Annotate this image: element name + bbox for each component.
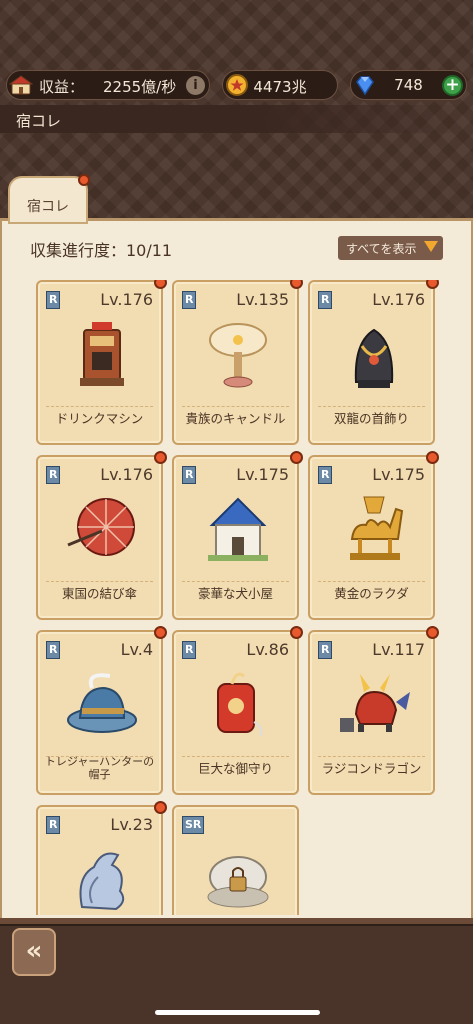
item-name: 巨大な御守り <box>197 761 273 776</box>
collection-card[interactable]: R Lv.175 黄金のラクダ <box>308 451 439 620</box>
income-label: 収益： <box>39 78 85 96</box>
item-level: Lv.117 <box>372 640 425 659</box>
item-grid: R Lv.176 ドリンクマシン R Lv.135 貴族のキャンドル R Lv.176 双龍の首… <box>36 280 440 915</box>
necklace-icon <box>354 328 394 388</box>
camel-icon <box>350 496 404 560</box>
chevron-down-icon <box>424 241 438 252</box>
rarity-badge: R <box>318 466 333 484</box>
rarity-badge: R <box>46 466 61 484</box>
inn-icon <box>9 75 33 95</box>
item-level: Lv.176 <box>100 465 153 484</box>
card-divider <box>182 756 289 757</box>
card-divider <box>46 581 153 582</box>
card-divider <box>318 581 425 582</box>
tab-collection[interactable]: 宿コレ <box>8 174 90 224</box>
gem-display: 748 + <box>350 70 467 100</box>
item-name: 黄金のラクダ <box>334 586 409 601</box>
collection-card[interactable]: R Lv.176 東国の結び傘 <box>36 451 167 620</box>
card-divider <box>318 756 425 757</box>
back-button[interactable]: « <box>12 928 56 976</box>
collection-card[interactable]: R Lv.176 ドリンクマシン <box>36 280 167 445</box>
plus-icon[interactable]: + <box>442 75 463 96</box>
notification-badge <box>426 626 439 639</box>
bottom-divider <box>0 918 473 926</box>
notification-badge <box>78 174 90 186</box>
rarity-badge: R <box>318 641 333 659</box>
card-divider <box>46 406 153 407</box>
filter-dropdown[interactable]: すべてを表示 <box>338 236 443 260</box>
rc-dragon-icon <box>340 674 410 732</box>
notification-badge <box>290 451 303 464</box>
coin-display: 4473兆 <box>222 70 338 100</box>
item-name: 貴族のキャンドル <box>185 411 286 426</box>
rarity-badge: SR <box>182 816 205 834</box>
notification-badge <box>154 626 167 639</box>
resource-bar: 収益： 2255億/秒 i 4473兆 748 + <box>0 70 473 102</box>
item-level: Lv.135 <box>236 290 289 309</box>
collection-card[interactable]: R Lv.23 <box>36 801 167 915</box>
item-level: Lv.86 <box>246 640 289 659</box>
notification-badge <box>290 280 303 289</box>
item-level: Lv.175 <box>372 465 425 484</box>
bottom-bar <box>0 918 473 1024</box>
rarity-badge: R <box>46 291 61 309</box>
item-level: Lv.4 <box>120 640 153 659</box>
item-name: トレジャーハンターの帽子 <box>44 755 155 781</box>
card-divider <box>182 406 289 407</box>
collection-card[interactable]: R Lv.175 豪華な犬小屋 <box>172 451 303 620</box>
notification-badge <box>154 280 167 289</box>
home-indicator <box>155 1010 320 1015</box>
rarity-badge: R <box>46 816 61 834</box>
rarity-badge: R <box>318 291 333 309</box>
notification-badge <box>426 280 439 289</box>
umbrella-icon <box>67 498 135 556</box>
item-level: Lv.175 <box>236 465 289 484</box>
item-level: Lv.23 <box>110 815 153 834</box>
item-level: Lv.176 <box>372 290 425 309</box>
coin-value: 4473兆 <box>253 78 307 96</box>
filter-label: すべてを表示 <box>346 242 417 256</box>
drink-machine-icon <box>80 322 124 386</box>
rarity-badge: R <box>182 466 197 484</box>
locked-pearl-icon <box>207 856 269 908</box>
collection-card[interactable]: R Lv.135 貴族のキャンドル <box>172 280 303 445</box>
collection-progress: 収集進行度：10/11 <box>30 241 173 260</box>
collection-card[interactable]: R Lv.117 ラジコンドラゴン <box>308 626 439 795</box>
tab-label: 宿コレ <box>27 199 69 215</box>
collection-card[interactable]: R Lv.176 双龍の首飾り <box>308 280 439 445</box>
item-name: 豪華な犬小屋 <box>197 586 273 601</box>
notification-badge <box>154 801 167 814</box>
candle-icon <box>209 323 267 388</box>
income-display: 収益： 2255億/秒 i <box>6 70 210 100</box>
card-divider <box>318 406 425 407</box>
charm-icon <box>217 672 263 737</box>
item-level: Lv.176 <box>100 290 153 309</box>
dragon-statue-icon <box>79 852 125 911</box>
card-divider <box>182 581 289 582</box>
rarity-badge: R <box>182 291 197 309</box>
collection-card[interactable]: R Lv.86 巨大な御守り <box>172 626 303 795</box>
hat-icon <box>67 673 137 733</box>
income-value: 2255億/秒 <box>103 78 177 96</box>
rarity-badge: R <box>182 641 197 659</box>
info-icon[interactable]: i <box>186 76 205 95</box>
notification-badge <box>154 451 167 464</box>
item-name: ラジコンドラゴン <box>321 761 422 776</box>
item-name: 双龍の首飾り <box>333 411 409 426</box>
doghouse-icon <box>208 497 268 561</box>
collection-card[interactable]: SR <box>172 805 299 915</box>
item-name: ドリンクマシン <box>55 411 144 426</box>
screen-title: 宿コレ <box>0 105 473 133</box>
rarity-badge: R <box>46 641 61 659</box>
notification-badge <box>290 626 303 639</box>
collection-card[interactable]: R Lv.4 トレジャーハンターの帽子 <box>36 626 167 795</box>
item-name: 東国の結び傘 <box>61 586 137 601</box>
notification-badge <box>426 451 439 464</box>
